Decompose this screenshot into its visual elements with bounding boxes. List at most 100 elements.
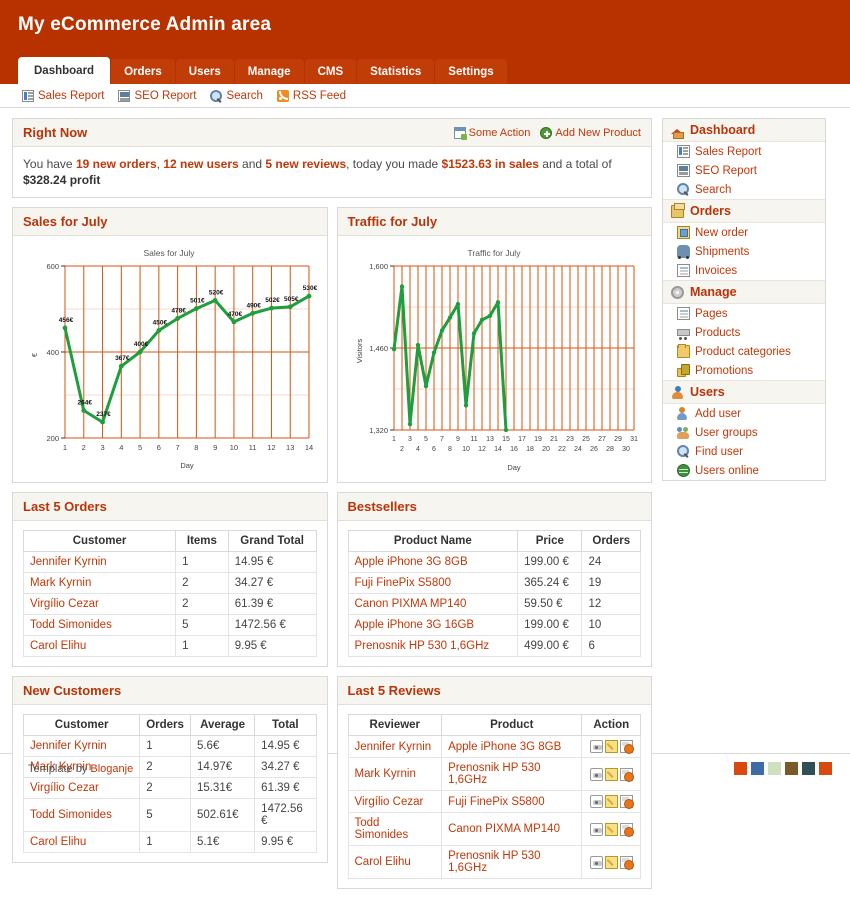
color-swatch (768, 762, 781, 775)
svg-text:502€: 502€ (265, 297, 280, 304)
cell-primary[interactable]: Fuji FinePix S5800 (348, 573, 518, 594)
sidebar-item-user-groups[interactable]: User groups (663, 423, 825, 442)
sidebar-group-dashboard[interactable]: Dashboard (663, 119, 825, 142)
view-icon[interactable] (590, 856, 603, 869)
edit-icon[interactable] (605, 823, 618, 836)
edit-icon[interactable] (605, 740, 618, 753)
tab-users[interactable]: Users (176, 59, 234, 84)
view-icon[interactable] (590, 740, 603, 753)
view-icon[interactable] (590, 823, 603, 836)
column-header: Orders (582, 531, 641, 552)
sidebar-item-pages[interactable]: Pages (663, 304, 825, 323)
cell-value[interactable]: Canon PIXMA MP140 (442, 813, 582, 846)
panel-sales-for-july: Sales for July Sales for July200400600€1… (12, 207, 328, 483)
cell-value: 2 (176, 573, 229, 594)
sidebar-item-search[interactable]: Search (663, 180, 825, 199)
sidebar-item-promotions[interactable]: Promotions (663, 361, 825, 380)
quicklink-sales-report[interactable]: Sales Report (22, 90, 104, 102)
table-header-row: CustomerItemsGrand Total (24, 531, 317, 552)
sidebar-item-invoices[interactable]: Invoices (663, 261, 825, 280)
stat-new-reviews[interactable]: 5 new reviews (265, 157, 346, 171)
cell-primary[interactable]: Todd Simonides (348, 813, 442, 846)
summary-part: , today you made (346, 157, 441, 171)
tab-orders[interactable]: Orders (111, 59, 175, 84)
sidebar-item-users-online[interactable]: Users online (663, 461, 825, 480)
svg-text:17: 17 (518, 436, 526, 443)
edit-icon[interactable] (605, 795, 618, 808)
cell-value: 1 (140, 832, 191, 853)
delete-icon[interactable] (620, 823, 633, 836)
delete-icon[interactable] (620, 856, 633, 869)
cell-primary[interactable]: Virgílio Cezar (24, 778, 140, 799)
tab-dashboard[interactable]: Dashboard (18, 57, 110, 84)
cell-primary[interactable]: Carol Elihu (24, 636, 176, 657)
sidebar-item-products[interactable]: Products (663, 323, 825, 342)
sidebar-group-users[interactable]: Users (663, 380, 825, 404)
delete-icon[interactable] (620, 795, 633, 808)
footer-link[interactable]: Bloganje (90, 763, 133, 775)
cell-primary[interactable]: Virgílio Cezar (348, 791, 442, 813)
add-new-product-button[interactable]: Add New Product (540, 127, 641, 139)
cell-primary[interactable]: Apple iPhone 3G 16GB (348, 615, 518, 636)
edit-icon[interactable] (605, 768, 618, 781)
cell-value: 5 (176, 615, 229, 636)
panel-body: CustomerOrdersAverageTotalJennifer Kyrni… (13, 705, 327, 862)
sidebar-item-sales-report[interactable]: Sales Report (663, 142, 825, 161)
sidebar-item-product-categories[interactable]: Product categories (663, 342, 825, 361)
cell-value[interactable]: Prenosnik HP 530 1,6GHz (442, 758, 582, 791)
stat-new-orders[interactable]: 19 new orders (76, 157, 157, 171)
cell-primary[interactable]: Virgílio Cezar (24, 594, 176, 615)
sidebar-item-shipments[interactable]: Shipments (663, 242, 825, 261)
cell-primary[interactable]: Todd Simonides (24, 799, 140, 832)
some-action-button[interactable]: Some Action (454, 127, 531, 139)
svg-text:450€: 450€ (153, 320, 168, 327)
tab-cms[interactable]: CMS (305, 59, 357, 84)
tab-statistics[interactable]: Statistics (357, 59, 434, 84)
sidebar-item-label: Sales Report (695, 146, 761, 158)
view-icon[interactable] (590, 795, 603, 808)
tab-manage[interactable]: Manage (235, 59, 304, 84)
cell-primary[interactable]: Carol Elihu (24, 832, 140, 853)
svg-text:200: 200 (46, 434, 59, 443)
sidebar-item-find-user[interactable]: Find user (663, 442, 825, 461)
cell-primary[interactable]: Mark Kyrnin (348, 758, 442, 791)
svg-text:505€: 505€ (284, 296, 299, 303)
cell-primary[interactable]: Apple iPhone 3G 8GB (348, 552, 518, 573)
cell-value: 10 (582, 615, 641, 636)
cell-primary[interactable]: Carol Elihu (348, 846, 442, 879)
search-icon (677, 183, 690, 196)
cell-primary[interactable]: Jennifer Kyrnin (24, 552, 176, 573)
svg-text:21: 21 (550, 436, 558, 443)
cell-primary[interactable]: Jennifer Kyrnin (24, 736, 140, 757)
view-icon[interactable] (590, 768, 603, 781)
table-row: Virgílio CezarFuji FinePix S5800 (348, 791, 641, 813)
cell-primary[interactable]: Mark Kyrnin (24, 573, 176, 594)
sidebar-item-label: Products (695, 327, 740, 339)
quicklink-seo-report[interactable]: SEO Report (118, 90, 196, 102)
cell-primary[interactable]: Jennifer Kyrnin (348, 736, 442, 758)
sidebar-item-new-order[interactable]: New order (663, 223, 825, 242)
cell-value[interactable]: Apple iPhone 3G 8GB (442, 736, 582, 758)
cell-primary[interactable]: Prenosnik HP 530 1,6GHz (348, 636, 518, 657)
quicklink-search[interactable]: Search (210, 90, 262, 102)
cell-primary[interactable]: Todd Simonides (24, 615, 176, 636)
cell-primary[interactable]: Canon PIXMA MP140 (348, 594, 518, 615)
panel-body: Traffic for July1,3201,4601,600Visitors1… (338, 236, 652, 482)
cell-value[interactable]: Prenosnik HP 530 1,6GHz (442, 846, 582, 879)
cell-value[interactable]: Fuji FinePix S5800 (442, 791, 582, 813)
sidebar-item-seo-report[interactable]: SEO Report (663, 161, 825, 180)
sidebar-item-add-user[interactable]: Add user (663, 404, 825, 423)
quicklink-rss-feed[interactable]: RSS Feed (277, 90, 346, 102)
stat-sales[interactable]: $1523.63 in sales (442, 157, 539, 171)
delete-icon[interactable] (620, 740, 633, 753)
main-tab-bar: Dashboard Orders Users Manage CMS Statis… (18, 57, 507, 84)
sidebar-group-orders[interactable]: Orders (663, 199, 825, 223)
delete-icon[interactable] (620, 768, 633, 781)
stat-new-users[interactable]: 12 new users (163, 157, 238, 171)
svg-text:5: 5 (424, 436, 428, 443)
edit-icon[interactable] (605, 856, 618, 869)
tab-settings[interactable]: Settings (435, 59, 506, 84)
sidebar-nav: Dashboard Sales Report SEO ReportSearchOrd… (662, 118, 826, 481)
sales-line-chart: Sales for July200400600€1234567891011121… (17, 242, 322, 478)
sidebar-group-manage[interactable]: Manage (663, 280, 825, 304)
